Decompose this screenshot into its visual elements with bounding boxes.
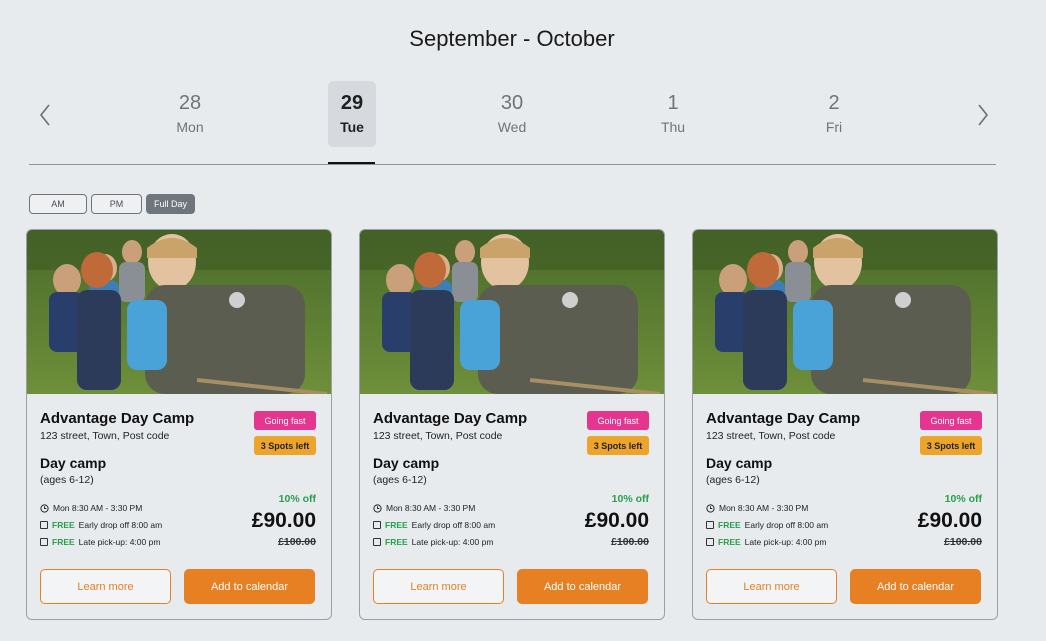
camp-ages: (ages 6-12) — [373, 474, 427, 486]
date-weekday: Mon — [176, 119, 204, 135]
date-weekday: Tue — [340, 119, 364, 135]
late-pick-up-option: FREE Late pick-up: 4:00 pm — [706, 537, 826, 547]
late-pick-up-option: FREE Late pick-up: 4:00 pm — [40, 537, 160, 547]
price: £90.00 — [584, 509, 649, 532]
camp-type: Day camp — [40, 455, 107, 471]
early-drop-off-checkbox[interactable] — [373, 521, 381, 529]
discount-label: 10% off — [278, 493, 316, 505]
late-pick-up-option: FREE Late pick-up: 4:00 pm — [373, 537, 493, 547]
early-drop-off-option: FREE Early drop off 8:00 am — [40, 520, 162, 530]
filter-am[interactable]: AM — [29, 194, 87, 214]
date-number: 2 — [828, 92, 840, 114]
going-fast-badge: Going fast — [254, 411, 316, 430]
camp-time: Mon 8:30 AM - 3:30 PM — [706, 503, 808, 513]
learn-more-button[interactable]: Learn more — [706, 569, 837, 604]
camp-title: Advantage Day Camp — [40, 410, 195, 427]
free-label: FREE — [385, 537, 408, 547]
camp-photo — [360, 230, 664, 394]
spots-left-badge: 3 Spots left — [587, 436, 649, 455]
old-price: £100.00 — [611, 536, 649, 548]
going-fast-badge: Going fast — [920, 411, 982, 430]
clock-icon — [40, 503, 49, 513]
free-label: FREE — [385, 520, 408, 530]
early-drop-off-checkbox[interactable] — [40, 521, 48, 529]
pick-up-text: Late pick-up: 4:00 pm — [78, 537, 161, 547]
camp-address: 123 street, Town, Post code — [373, 430, 503, 442]
learn-more-button[interactable]: Learn more — [373, 569, 504, 604]
early-drop-off-checkbox[interactable] — [706, 521, 714, 529]
camp-address: 123 street, Town, Post code — [40, 430, 170, 442]
time-text: Mon 8:30 AM - 3:30 PM — [386, 503, 476, 513]
drop-off-text: Early drop off 8:00 am — [744, 520, 829, 530]
camp-ages: (ages 6-12) — [706, 474, 760, 486]
drop-off-text: Early drop off 8:00 am — [411, 520, 496, 530]
filter-full-day[interactable]: Full Day — [146, 194, 195, 214]
camp-photo — [27, 230, 331, 394]
late-pick-up-checkbox[interactable] — [373, 538, 381, 546]
divider — [29, 164, 996, 165]
date-number: 29 — [340, 92, 364, 114]
camp-title: Advantage Day Camp — [706, 410, 861, 427]
early-drop-off-option: FREE Early drop off 8:00 am — [706, 520, 828, 530]
camp-time: Mon 8:30 AM - 3:30 PM — [373, 503, 475, 513]
camp-time: Mon 8:30 AM - 3:30 PM — [40, 503, 142, 513]
date-number: 30 — [500, 92, 524, 114]
time-text: Mon 8:30 AM - 3:30 PM — [719, 503, 809, 513]
pick-up-text: Late pick-up: 4:00 pm — [411, 537, 494, 547]
date-item-29[interactable]: 29 Tue — [328, 81, 376, 147]
camp-title: Advantage Day Camp — [373, 410, 528, 427]
late-pick-up-checkbox[interactable] — [40, 538, 48, 546]
discount-label: 10% off — [944, 493, 982, 505]
old-price: £100.00 — [944, 536, 982, 548]
discount-label: 10% off — [611, 493, 649, 505]
camp-ages: (ages 6-12) — [40, 474, 94, 486]
date-number: 28 — [178, 92, 202, 114]
camp-type: Day camp — [706, 455, 773, 471]
month-title: September - October — [409, 26, 615, 51]
spots-left-badge: 3 Spots left — [254, 436, 316, 455]
free-label: FREE — [52, 537, 75, 547]
date-item-30[interactable]: 30 Wed — [488, 81, 536, 147]
free-label: FREE — [718, 537, 741, 547]
date-weekday: Wed — [497, 119, 527, 135]
early-drop-off-option: FREE Early drop off 8:00 am — [373, 520, 495, 530]
date-strip: 28 Mon 29 Tue 30 Wed 1 Thu 2 Fri — [0, 80, 1046, 166]
free-label: FREE — [718, 520, 741, 530]
price: £90.00 — [251, 509, 316, 532]
date-weekday: Fri — [825, 119, 843, 135]
learn-more-button[interactable]: Learn more — [40, 569, 171, 604]
add-to-calendar-button[interactable]: Add to calendar — [184, 569, 315, 604]
clock-icon — [706, 503, 715, 513]
date-item-2[interactable]: 2 Fri — [810, 81, 858, 147]
camp-address: 123 street, Town, Post code — [706, 430, 836, 442]
add-to-calendar-button[interactable]: Add to calendar — [850, 569, 981, 604]
free-label: FREE — [52, 520, 75, 530]
date-number: 1 — [667, 92, 679, 114]
spots-left-badge: 3 Spots left — [920, 436, 982, 455]
drop-off-text: Early drop off 8:00 am — [78, 520, 163, 530]
camp-card: Advantage Day Camp 123 street, Town, Pos… — [692, 229, 998, 620]
price: £90.00 — [917, 509, 982, 532]
pick-up-text: Late pick-up: 4:00 pm — [744, 537, 827, 547]
filter-pm[interactable]: PM — [91, 194, 142, 214]
time-text: Mon 8:30 AM - 3:30 PM — [53, 503, 143, 513]
date-item-28[interactable]: 28 Mon — [166, 81, 214, 147]
late-pick-up-checkbox[interactable] — [706, 538, 714, 546]
date-item-1[interactable]: 1 Thu — [649, 81, 697, 147]
camp-photo — [693, 230, 997, 394]
add-to-calendar-button[interactable]: Add to calendar — [517, 569, 648, 604]
date-weekday: Thu — [660, 119, 686, 135]
camp-card: Advantage Day Camp 123 street, Town, Pos… — [26, 229, 332, 620]
clock-icon — [373, 503, 382, 513]
camp-type: Day camp — [373, 455, 440, 471]
going-fast-badge: Going fast — [587, 411, 649, 430]
camp-card: Advantage Day Camp 123 street, Town, Pos… — [359, 229, 665, 620]
old-price: £100.00 — [278, 536, 316, 548]
